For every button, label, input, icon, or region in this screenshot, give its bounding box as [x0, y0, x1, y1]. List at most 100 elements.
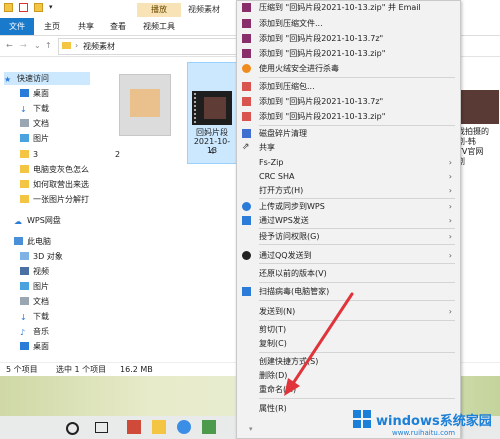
- huorong-icon: [242, 64, 251, 73]
- menu-item-add-zip[interactable]: 添加到 "回妈片段2021-10-13.zip": [237, 47, 460, 60]
- chevron-right-icon: ›: [448, 202, 452, 211]
- tab-video-tools[interactable]: 视频工具: [143, 18, 175, 35]
- download-icon: ↓: [20, 105, 27, 114]
- tab-home[interactable]: 主页: [44, 18, 60, 35]
- menu-item-qq-send[interactable]: 通过QQ发送到 ›: [237, 249, 460, 262]
- watermark-url: www.ruihaitu.com: [392, 429, 456, 437]
- folder-icon[interactable]: [4, 3, 13, 12]
- share-icon: ⇗: [242, 142, 250, 152]
- folder-icon[interactable]: [34, 3, 43, 12]
- menu-item-share[interactable]: ⇗ 共享: [237, 141, 460, 154]
- menu-item-restore-versions[interactable]: 还原以前的版本(V): [237, 267, 460, 280]
- folder-icon: [20, 150, 29, 158]
- winrar-icon: [242, 49, 251, 58]
- menu-item-add-archive[interactable]: 添加到压缩文件...: [237, 17, 460, 30]
- menu-item-defrag[interactable]: 磁盘碎片清理: [237, 127, 460, 140]
- menu-separator: [259, 282, 455, 283]
- tab-share[interactable]: 共享: [78, 18, 94, 35]
- chevron-right-icon: ›: [448, 232, 452, 241]
- folder-icon: [20, 165, 29, 173]
- cleaner-icon: [242, 129, 251, 138]
- menu-item-bandizip-add[interactable]: 添加到压缩包...: [237, 80, 460, 93]
- menu-item-bandizip-7z[interactable]: 添加到 "回妈片段2021-10-13.7z": [237, 95, 460, 108]
- file-name-line3: 4: [209, 147, 215, 156]
- download-icon: ↓: [20, 313, 27, 322]
- menu-separator: [259, 228, 455, 229]
- shield-icon: [242, 287, 251, 296]
- cube-icon: [20, 252, 29, 260]
- picture-icon: [20, 134, 29, 142]
- wps-cloud-icon: [242, 202, 251, 211]
- menu-item-zip-email[interactable]: 压缩到 "回妈片段2021-10-13.zip" 并 Email: [237, 1, 460, 14]
- menu-item-wps-upload[interactable]: 上传或同步到WPS ›: [237, 200, 460, 213]
- menu-separator: [259, 263, 455, 264]
- file-explorer-icon[interactable]: [152, 420, 166, 434]
- folder-icon: [20, 195, 29, 203]
- menu-item-crc-sha[interactable]: CRC SHA ›: [237, 170, 460, 183]
- computer-icon: [14, 237, 23, 245]
- up-arrow-icon[interactable]: ↑: [45, 41, 52, 50]
- winrar-icon: [242, 3, 251, 12]
- browser-icon[interactable]: [177, 420, 191, 434]
- desktop-icon: [20, 342, 29, 350]
- video-thumbnail: [192, 91, 232, 125]
- menu-separator: [259, 77, 455, 78]
- menu-item-fs-zip[interactable]: Fs-Zip ›: [237, 156, 460, 169]
- menu-item-huorong-scan[interactable]: 使用火绒安全进行杀毒: [237, 62, 460, 75]
- cloud-icon: ☁: [14, 217, 22, 226]
- chevron-right-icon: ›: [448, 158, 452, 167]
- menu-item-wps-send[interactable]: 通过WPS发送 ›: [237, 214, 460, 227]
- chevron-right-icon: ›: [448, 216, 452, 225]
- document-icon: [20, 119, 29, 127]
- dropdown-icon[interactable]: ▾: [49, 3, 53, 12]
- chevron-down-icon[interactable]: ⌄: [34, 41, 41, 50]
- menu-item-add-7z[interactable]: 添加到 "回妈片段2021-10-13.7z": [237, 32, 460, 45]
- bandizip-icon: [242, 112, 251, 121]
- tab-file[interactable]: 文件: [0, 18, 34, 35]
- file-name: 2: [115, 150, 121, 159]
- file-name-line4: 剧: [457, 157, 465, 166]
- sidebar-item-wps-cloud[interactable]: ☁ WPS网盘: [14, 214, 106, 227]
- file-item-3[interactable]: 我拍摄的 剧-韩 TV官网 剧: [457, 90, 500, 170]
- app-icon[interactable]: [202, 420, 216, 434]
- menu-item-grant-access[interactable]: 授予访问权限(G) ›: [237, 230, 460, 243]
- menu-separator: [259, 244, 455, 245]
- chevron-right-icon: ›: [448, 251, 452, 260]
- sidebar-item-this-pc[interactable]: 此电脑: [14, 235, 106, 248]
- chevron-right-icon: ›: [448, 172, 452, 181]
- picture-icon: [20, 282, 29, 290]
- tab-play-context[interactable]: 播放: [137, 3, 181, 17]
- menu-item-open-with[interactable]: 打开方式(H) ›: [237, 184, 460, 197]
- winrar-icon: [242, 19, 251, 28]
- folder-icon: [62, 42, 71, 49]
- menu-separator: [259, 125, 455, 126]
- bandizip-icon: [242, 82, 251, 91]
- file-item-1[interactable]: 2: [115, 74, 175, 164]
- annotation-arrow: [284, 292, 354, 396]
- windows-logo-icon: [353, 410, 371, 428]
- breadcrumb-separator-icon: ›: [75, 41, 79, 50]
- winrar-icon: [242, 34, 251, 43]
- path-field[interactable]: › 视频素材: [58, 38, 240, 55]
- scroll-down-icon[interactable]: ▾: [249, 425, 253, 433]
- selection-count: 选中 1 个项目: [56, 365, 107, 374]
- watermark-title: windows系统家园: [376, 414, 492, 429]
- desktop-icon: [20, 89, 29, 97]
- tab-view[interactable]: 查看: [110, 18, 126, 35]
- checkbox-icon[interactable]: [19, 3, 28, 12]
- menu-item-bandizip-zip[interactable]: 添加到 "回妈片段2021-10-13.zip": [237, 110, 460, 123]
- video-thumbnail: [459, 90, 499, 124]
- sidebar-item-quick-access[interactable]: ★ 快速访问: [4, 72, 90, 85]
- search-icon[interactable]: [66, 422, 79, 435]
- selection-size: 16.2 MB: [120, 365, 153, 374]
- file-item-video-selected[interactable]: 回妈片段 2021-10-13 4: [187, 62, 237, 164]
- forward-arrow-icon[interactable]: →: [20, 41, 27, 50]
- task-view-icon[interactable]: [95, 422, 108, 433]
- document-icon: [20, 297, 29, 305]
- app-icon[interactable]: [127, 420, 141, 434]
- watermark: windows系统家园 www.ruihaitu.com: [352, 405, 500, 439]
- breadcrumb-current[interactable]: 视频素材: [83, 41, 115, 52]
- back-arrow-icon[interactable]: ←: [6, 41, 13, 50]
- music-icon: ♪: [20, 328, 26, 337]
- video-icon: [20, 267, 29, 275]
